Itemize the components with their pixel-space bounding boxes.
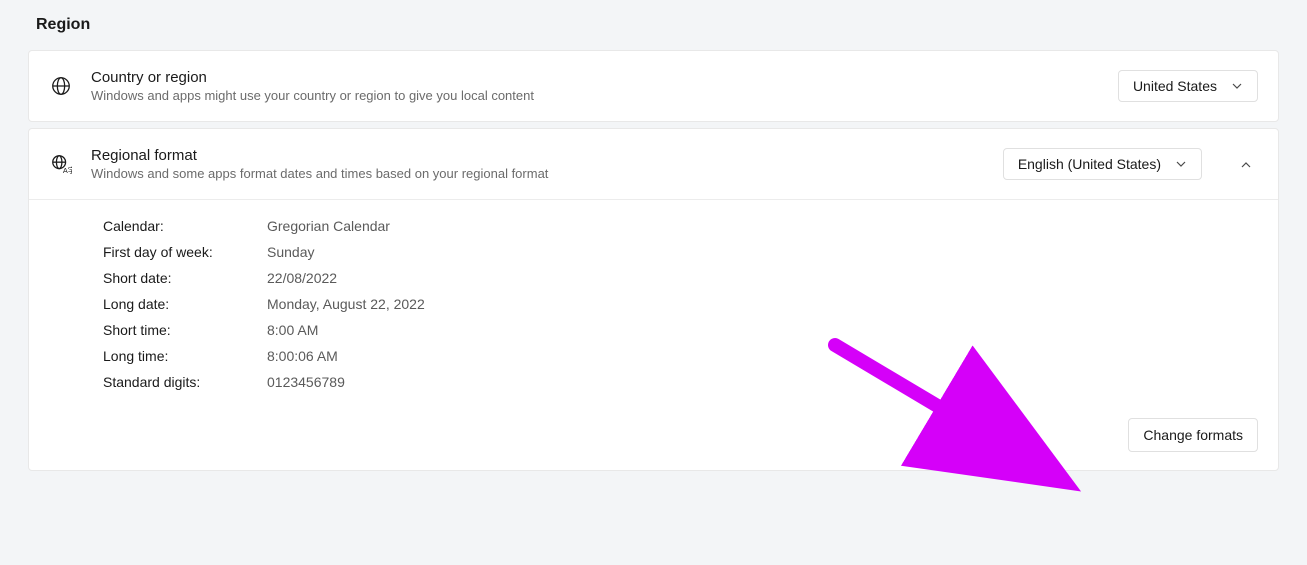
regional-format-row[interactable]: A字 Regional format Windows and some apps… bbox=[29, 129, 1278, 199]
regional-format-selected: English (United States) bbox=[1018, 156, 1161, 172]
regional-format-title: Regional format bbox=[91, 147, 985, 164]
country-region-card: Country or region Windows and apps might… bbox=[28, 50, 1279, 122]
detail-value: Monday, August 22, 2022 bbox=[267, 296, 425, 312]
detail-row: Short time:8:00 AM bbox=[103, 322, 1258, 338]
detail-row: First day of week:Sunday bbox=[103, 244, 1258, 260]
detail-value: 0123456789 bbox=[267, 374, 345, 390]
detail-row: Long date:Monday, August 22, 2022 bbox=[103, 296, 1258, 312]
language-globe-icon: A字 bbox=[49, 152, 73, 176]
regional-format-card: A字 Regional format Windows and some apps… bbox=[28, 128, 1279, 471]
detail-value: 22/08/2022 bbox=[267, 270, 337, 286]
svg-text:A字: A字 bbox=[63, 166, 72, 175]
detail-label: Calendar: bbox=[103, 218, 267, 234]
collapse-toggle[interactable] bbox=[1234, 152, 1258, 176]
globe-icon bbox=[49, 74, 73, 98]
change-formats-button[interactable]: Change formats bbox=[1128, 418, 1258, 452]
country-region-dropdown[interactable]: United States bbox=[1118, 70, 1258, 102]
chevron-up-icon bbox=[1240, 158, 1252, 170]
chevron-down-icon bbox=[1231, 80, 1243, 92]
detail-row: Calendar:Gregorian Calendar bbox=[103, 218, 1258, 234]
detail-value: 8:00:06 AM bbox=[267, 348, 338, 364]
regional-format-desc: Windows and some apps format dates and t… bbox=[91, 166, 985, 181]
detail-label: Long time: bbox=[103, 348, 267, 364]
country-region-title: Country or region bbox=[91, 69, 1100, 86]
detail-label: First day of week: bbox=[103, 244, 267, 260]
regional-format-dropdown[interactable]: English (United States) bbox=[1003, 148, 1202, 180]
detail-label: Short time: bbox=[103, 322, 267, 338]
chevron-down-icon bbox=[1175, 158, 1187, 170]
country-region-row[interactable]: Country or region Windows and apps might… bbox=[29, 51, 1278, 121]
country-region-selected: United States bbox=[1133, 78, 1217, 94]
detail-label: Short date: bbox=[103, 270, 267, 286]
regional-format-details: Calendar:Gregorian CalendarFirst day of … bbox=[29, 199, 1278, 418]
detail-row: Short date:22/08/2022 bbox=[103, 270, 1258, 286]
detail-row: Long time:8:00:06 AM bbox=[103, 348, 1258, 364]
detail-value: 8:00 AM bbox=[267, 322, 318, 338]
detail-value: Gregorian Calendar bbox=[267, 218, 390, 234]
detail-row: Standard digits:0123456789 bbox=[103, 374, 1258, 390]
country-region-desc: Windows and apps might use your country … bbox=[91, 88, 1100, 103]
detail-label: Standard digits: bbox=[103, 374, 267, 390]
detail-label: Long date: bbox=[103, 296, 267, 312]
detail-value: Sunday bbox=[267, 244, 314, 260]
page-title: Region bbox=[36, 16, 1279, 34]
